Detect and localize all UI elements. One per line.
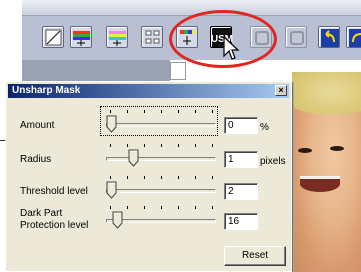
highlight-ring xyxy=(169,10,277,68)
slider-ticks xyxy=(110,176,214,179)
slider-ticks xyxy=(110,144,214,147)
slider-tick xyxy=(110,206,111,209)
slider-tick xyxy=(212,176,213,179)
window-button[interactable] xyxy=(285,26,307,48)
setting-value-input[interactable]: 16 xyxy=(224,213,258,230)
photo-hat xyxy=(292,72,361,114)
redo-icon xyxy=(349,29,361,47)
unsharp-mask-dialog: Unsharp Mask × Amount 0% Radius 1 pixels Thre… xyxy=(5,81,292,272)
slider-thumb[interactable] xyxy=(128,149,139,167)
setting-unit: pixels xyxy=(260,156,286,167)
slider-tick xyxy=(195,144,196,147)
slider-tick xyxy=(127,206,128,209)
slider-tick xyxy=(144,176,145,179)
setting-label-line: Dark Part xyxy=(20,208,63,219)
setting-label: Radius xyxy=(20,154,51,166)
photo-eye xyxy=(298,148,312,153)
slider-track[interactable] xyxy=(106,189,216,193)
slider-tick xyxy=(178,206,179,209)
photo-mouth xyxy=(300,176,340,192)
color-balance-icon xyxy=(73,31,90,46)
slider-thumb[interactable] xyxy=(106,115,117,133)
slider-tick xyxy=(161,144,162,147)
slider-tick xyxy=(178,144,179,147)
preview-photo xyxy=(292,72,361,272)
background-box xyxy=(170,62,186,80)
setting-value-input[interactable]: 0 xyxy=(224,117,258,134)
slider-tick xyxy=(212,144,213,147)
setting-label-line: Amount xyxy=(20,120,55,131)
slider-tick xyxy=(212,206,213,209)
slider-tick xyxy=(127,110,128,113)
reset-button[interactable]: Reset xyxy=(224,246,286,266)
redo-button[interactable] xyxy=(346,26,361,48)
setting-value-input[interactable]: 2 xyxy=(224,183,258,200)
slider-tick xyxy=(161,206,162,209)
slider-tick xyxy=(161,110,162,113)
slider-track[interactable] xyxy=(106,157,216,161)
dialog-title: Unsharp Mask xyxy=(12,85,81,96)
toolbar-top-strip xyxy=(22,0,361,16)
undo-button[interactable] xyxy=(318,26,340,48)
selective-color-button[interactable] xyxy=(141,26,163,48)
slider-tick xyxy=(195,206,196,209)
slider-tick xyxy=(127,144,128,147)
setting-label-line: Radius xyxy=(20,154,52,165)
setting-label: Amount xyxy=(20,120,54,132)
slider-tick xyxy=(144,206,145,209)
slider-tick xyxy=(127,176,128,179)
slider-tick xyxy=(144,110,145,113)
slider-tick xyxy=(161,176,162,179)
setting-label: Dark Part Protection level xyxy=(20,208,88,232)
curves-icon xyxy=(45,29,62,46)
close-icon: × xyxy=(278,85,284,95)
slider-ticks xyxy=(110,110,214,113)
undo-icon xyxy=(321,29,339,47)
slider-track[interactable] xyxy=(106,123,216,127)
window-icon xyxy=(290,31,304,45)
slider-tick xyxy=(110,176,111,179)
color-balance-button[interactable] xyxy=(70,26,92,48)
setting-value-input[interactable]: 1 xyxy=(224,151,258,168)
slider-tick xyxy=(212,110,213,113)
curves-button[interactable] xyxy=(42,26,64,48)
slider-tick xyxy=(178,176,179,179)
hue-saturation-button[interactable] xyxy=(106,26,128,48)
setting-label-line: Protection level xyxy=(20,220,89,231)
dialog-titlebar: Unsharp Mask × xyxy=(8,84,289,98)
setting-label: Threshold level xyxy=(20,186,88,198)
slider-tick xyxy=(144,144,145,147)
selective-color-icon xyxy=(145,30,160,44)
hue-saturation-icon xyxy=(109,31,126,46)
slider-ticks xyxy=(110,206,214,209)
slider-thumb[interactable] xyxy=(106,181,117,199)
slider-tick xyxy=(195,110,196,113)
slider-thumb[interactable] xyxy=(112,211,123,229)
slider-tick xyxy=(178,110,179,113)
close-button[interactable]: × xyxy=(275,85,287,96)
setting-label-line: Threshold level xyxy=(20,186,88,197)
setting-unit: % xyxy=(260,122,269,133)
slider-tick xyxy=(110,110,111,113)
slider-tick xyxy=(195,176,196,179)
slider-tick xyxy=(110,144,111,147)
photo-eye xyxy=(330,146,344,151)
